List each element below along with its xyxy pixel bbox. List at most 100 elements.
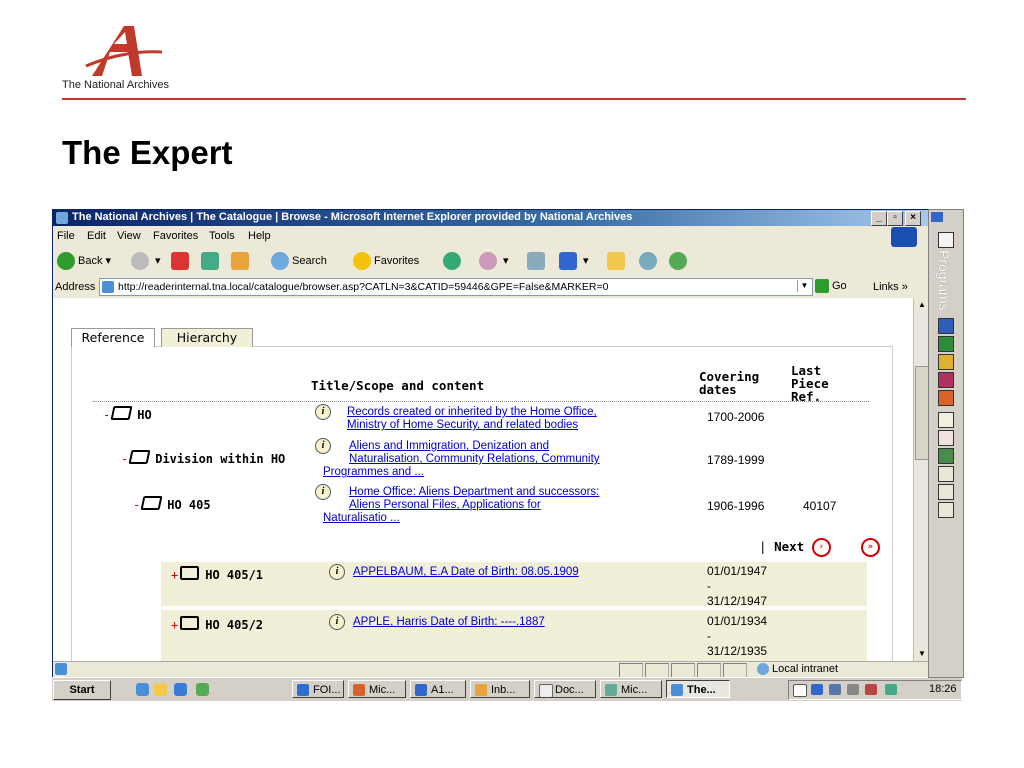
tab-reference[interactable]: Reference — [71, 328, 155, 347]
ie-quicklaunch-icon[interactable] — [136, 683, 149, 696]
description-line[interactable]: Aliens Personal Files, Applications for — [323, 499, 541, 511]
last-page-icon[interactable]: » — [860, 538, 880, 557]
outlook-icon[interactable] — [938, 354, 954, 370]
description-line[interactable]: Programmes and ... — [323, 466, 424, 478]
folder-button[interactable] — [607, 252, 628, 272]
description-line[interactable]: Aliens and Immigration, Denization and — [323, 440, 549, 452]
word-icon — [559, 252, 577, 270]
description-line[interactable]: Ministry of Home Security, and related b… — [321, 419, 578, 431]
messenger-button[interactable] — [639, 252, 660, 272]
node-description[interactable]: Aliens and Immigration, Denization and N… — [323, 440, 713, 479]
search-button[interactable]: Search — [271, 252, 327, 272]
description-line[interactable]: Records created or inherited by the Home… — [321, 406, 597, 418]
chart-app-icon[interactable] — [938, 412, 954, 428]
collapse-sign[interactable]: - — [121, 452, 128, 466]
messenger-quicklaunch-icon[interactable] — [196, 683, 209, 696]
maximize-button[interactable]: ▫ — [887, 211, 903, 226]
menu-favorites[interactable]: Favorites — [153, 230, 198, 242]
taskbar-item[interactable]: A1... — [410, 680, 466, 698]
piece-node[interactable]: + HO 405/1 — [171, 566, 263, 582]
node-description[interactable]: Home Office: Aliens Department and succe… — [323, 486, 713, 525]
go-arrow-icon — [815, 279, 829, 293]
close-button[interactable]: × — [905, 211, 921, 226]
edit-button[interactable]: ▾ — [559, 252, 589, 272]
info-icon[interactable]: i — [329, 564, 345, 580]
monitor-tray-icon[interactable] — [885, 684, 897, 695]
collapse-sign[interactable]: - — [103, 408, 110, 422]
hierarchy-node-ho-405[interactable]: - HO 405 — [133, 496, 211, 512]
access-icon[interactable] — [938, 372, 954, 388]
node-description[interactable]: Records created or inherited by the Home… — [321, 406, 701, 432]
start-button[interactable]: Start — [53, 680, 111, 700]
word-icon[interactable] — [938, 318, 954, 334]
contacts-button[interactable] — [669, 252, 690, 272]
menu-file[interactable]: File — [57, 230, 75, 242]
folder-quicklaunch-icon[interactable] — [154, 683, 167, 696]
clock[interactable]: 18:26 — [929, 683, 957, 695]
folder-icon — [180, 566, 200, 580]
hierarchy-node-ho[interactable]: - HO — [103, 406, 152, 422]
history-button[interactable] — [443, 252, 464, 272]
description-line[interactable]: Home Office: Aliens Department and succe… — [323, 486, 599, 498]
minimize-button[interactable]: _ — [871, 211, 887, 226]
table-app-icon[interactable] — [938, 448, 954, 464]
collapse-sign[interactable]: - — [133, 498, 140, 512]
hierarchy-node-division[interactable]: - Division within HO — [121, 450, 285, 466]
network-tray-icon[interactable] — [847, 684, 859, 695]
column-header-covering-dates: Covering dates — [699, 369, 760, 397]
expand-sign[interactable]: + — [171, 618, 178, 632]
print-button[interactable] — [527, 252, 548, 272]
mail-tray-icon[interactable] — [793, 684, 807, 697]
tab-hierarchy[interactable]: Hierarchy — [161, 328, 253, 347]
info-icon[interactable]: i — [329, 614, 345, 630]
back-button[interactable]: Back ▾ — [57, 252, 111, 272]
excel-icon[interactable] — [938, 336, 954, 352]
piece-node[interactable]: + HO 405/2 — [171, 616, 263, 632]
home-button[interactable] — [231, 252, 252, 272]
menu-help[interactable]: Help — [248, 230, 271, 242]
calendar-app-icon[interactable] — [938, 466, 954, 482]
security-tray-icon[interactable] — [811, 684, 823, 695]
chevron-down-icon[interactable]: ▼ — [797, 280, 811, 292]
folder-icon — [180, 616, 200, 630]
calendar-app-icon[interactable] — [938, 502, 954, 518]
taskbar-item-active[interactable]: The... — [666, 680, 730, 698]
refresh-button[interactable] — [201, 252, 222, 272]
programs-sidebar: Programs — [928, 209, 964, 678]
taskbar-item[interactable]: Inb... — [470, 680, 530, 698]
taskbar-item[interactable]: Mic... — [600, 680, 662, 698]
menu-tools[interactable]: Tools — [209, 230, 235, 242]
task-label: FOI... — [313, 684, 341, 696]
taskbar-item[interactable]: Doc... — [534, 680, 596, 698]
links-button[interactable]: Links » — [873, 281, 908, 293]
stop-button[interactable] — [171, 252, 192, 272]
mail-button[interactable]: ▾ — [479, 252, 509, 272]
address-input[interactable]: http://readerinternal.tna.local/catalogu… — [99, 278, 813, 296]
battery-tray-icon[interactable] — [865, 684, 877, 695]
description-line[interactable]: Naturalisation, Community Relations, Com… — [323, 453, 600, 465]
expand-sign[interactable]: + — [171, 568, 178, 582]
taskbar-item[interactable]: Mic... — [348, 680, 406, 698]
menu-edit[interactable]: Edit — [87, 230, 106, 242]
menu-view[interactable]: View — [117, 230, 141, 242]
description-line[interactable]: Naturalisatio ... — [323, 512, 400, 524]
piece-description[interactable]: APPLE, Harris Date of Birth: ----.1887 — [353, 616, 545, 629]
next-page-icon[interactable]: › — [811, 538, 831, 557]
next-link[interactable]: Next — [774, 539, 804, 554]
piece-description[interactable]: APPELBAUM, E.A Date of Birth: 08.05.1909 — [353, 566, 579, 579]
go-button[interactable]: Go — [815, 279, 847, 293]
calendar-app-icon[interactable] — [938, 484, 954, 500]
shield-tray-icon[interactable] — [829, 684, 841, 695]
piece-link[interactable]: APPELBAUM, E.A Date of Birth: 08.05.1909 — [353, 566, 579, 578]
powerpoint-icon[interactable] — [938, 390, 954, 406]
taskbar-item[interactable]: FOI... — [292, 680, 344, 698]
graph-app-icon[interactable] — [938, 430, 954, 446]
calendar-icon[interactable] — [938, 232, 954, 248]
browser-quicklaunch-icon[interactable] — [174, 683, 187, 696]
favorites-button[interactable]: Favorites — [353, 252, 419, 272]
forward-button[interactable]: ▾ — [131, 252, 161, 272]
sidebar-menu-icon[interactable] — [931, 212, 943, 222]
piece-link[interactable]: APPLE, Harris Date of Birth: ----.1887 — [353, 616, 545, 628]
status-pane — [723, 663, 747, 677]
header-divider — [62, 98, 966, 100]
